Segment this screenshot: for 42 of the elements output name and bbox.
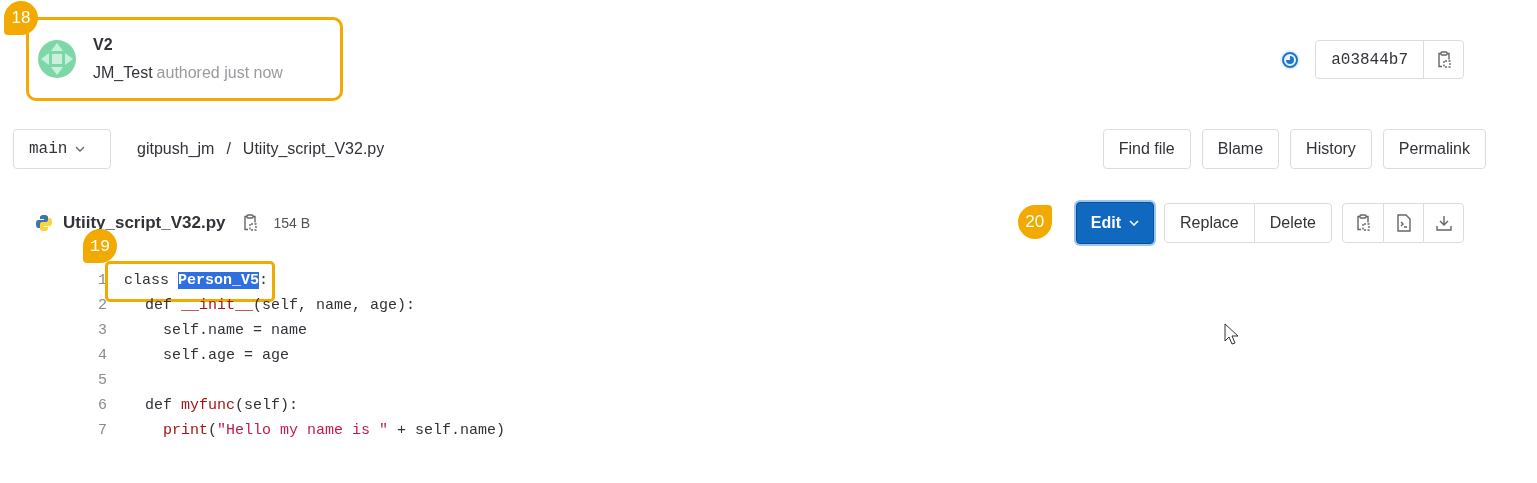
callout-badge: 18 xyxy=(4,1,38,35)
breadcrumb-link[interactable]: Utiity_script_V32.py xyxy=(242,137,385,161)
chevron-down-icon xyxy=(75,146,86,152)
edit-button[interactable]: Edit xyxy=(1075,202,1155,244)
author-link[interactable]: JM_Test xyxy=(93,61,153,85)
file-action-button[interactable]: Delete xyxy=(1253,204,1331,242)
line-number: 1 xyxy=(97,271,108,292)
code-line: print("Hello my name is " + self.name) xyxy=(162,422,506,440)
copy-icon xyxy=(1355,214,1371,232)
commit-meta: authored just now xyxy=(156,63,283,83)
mouse-cursor-icon xyxy=(1224,323,1240,345)
code-line: def myfunc(self): xyxy=(144,397,299,415)
terminal-file-icon xyxy=(1396,214,1411,232)
action-button[interactable]: Find file xyxy=(1102,129,1191,169)
line-number: 3 xyxy=(97,321,108,342)
breadcrumb-separator: / xyxy=(226,139,231,159)
avatar-icon xyxy=(37,39,77,79)
branch-dropdown[interactable]: main xyxy=(13,129,111,169)
chevron-down-icon xyxy=(1129,220,1140,226)
line-number: 6 xyxy=(97,396,108,417)
file-action-button[interactable]: Replace xyxy=(1165,204,1254,242)
commit-title: V2 xyxy=(93,35,114,55)
line-number: 2 xyxy=(97,296,108,317)
pipeline-status-icon[interactable] xyxy=(1279,48,1302,71)
code-line: def __init__(self, name, age): xyxy=(144,297,416,315)
line-number: 5 xyxy=(97,371,108,392)
action-button[interactable]: History xyxy=(1290,129,1372,169)
line-number: 7 xyxy=(97,421,108,442)
action-button[interactable]: Permalink xyxy=(1382,129,1486,169)
code-line: self.name = name xyxy=(162,322,308,340)
download-icon xyxy=(1435,215,1452,231)
python-file-icon xyxy=(35,214,53,232)
code-line: self.age = age xyxy=(162,347,290,365)
copy-icon xyxy=(1435,50,1452,69)
copy-path-icon xyxy=(241,214,258,232)
breadcrumb-link[interactable]: gitpush_jm xyxy=(137,137,215,161)
line-number: 4 xyxy=(97,346,108,367)
file-size: 154 B xyxy=(273,213,311,233)
commit-sha: a03844b7 xyxy=(1330,49,1409,71)
callout-badge: 19 xyxy=(83,229,117,264)
action-button[interactable]: Blame xyxy=(1201,129,1280,169)
callout-badge: 20 xyxy=(1017,205,1052,239)
